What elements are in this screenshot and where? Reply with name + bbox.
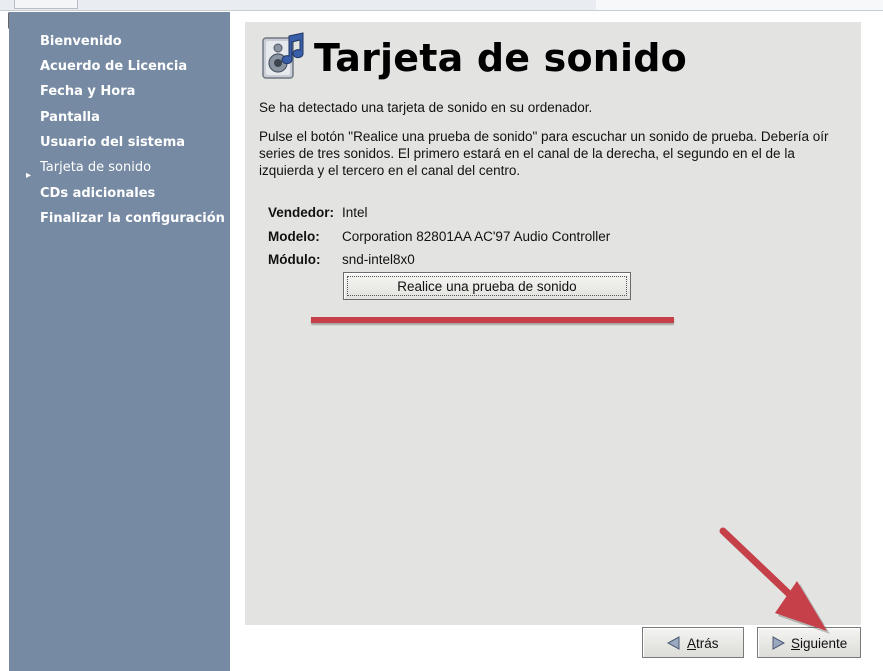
- sidebar-item-bienvenido[interactable]: Bienvenido: [40, 34, 122, 49]
- next-arrow-icon: [772, 636, 785, 650]
- instructions-text: Pulse el botón "Realice una prueba de so…: [259, 129, 829, 178]
- next-rest: iguiente: [800, 636, 848, 651]
- window-tab: [14, 0, 78, 9]
- sidebar-item-cds-adicionales[interactable]: CDs adicionales: [40, 186, 155, 201]
- sound-test-button[interactable]: Realice una prueba de sonido: [343, 272, 631, 300]
- back-button[interactable]: Atrás: [642, 627, 744, 658]
- module-value: snd-intel8x0: [342, 252, 415, 267]
- vendor-value: Intel: [342, 205, 368, 220]
- next-mnemonic: S: [791, 636, 801, 651]
- detected-text: Se ha detectado una tarjeta de sonido en…: [259, 100, 593, 115]
- sound-card-icon: [262, 32, 304, 79]
- window-top-strip: [0, 0, 883, 11]
- page-title: Tarjeta de sonido: [314, 36, 687, 80]
- back-rest: trás: [696, 636, 719, 651]
- vendor-label: Vendedor:: [268, 205, 335, 220]
- module-label: Módulo:: [268, 252, 321, 267]
- setup-steps-sidebar: Bienvenido Acuerdo de Licencia Fecha y H…: [9, 12, 230, 671]
- main-content-panel: Tarjeta de sonido Se ha detectado una ta…: [245, 22, 861, 625]
- annotation-underline: [311, 317, 674, 323]
- model-label: Modelo:: [268, 229, 320, 244]
- top-strip-fade: [596, 0, 883, 10]
- back-mnemonic: A: [687, 636, 697, 651]
- sidebar-item-finalizar-la-configuracion[interactable]: Finalizar la configuración: [40, 211, 225, 226]
- model-value: Corporation 82801AA AC'97 Audio Controll…: [342, 229, 611, 244]
- sidebar-item-fecha-y-hora[interactable]: Fecha y Hora: [40, 84, 135, 99]
- next-button[interactable]: Siguiente: [757, 627, 861, 658]
- sound-test-button-label: Realice una prueba de sonido: [397, 279, 577, 294]
- sidebar-item-usuario-del-sistema[interactable]: Usuario del sistema: [40, 135, 185, 150]
- sidebar-item-pantalla[interactable]: Pantalla: [40, 110, 100, 125]
- sidebar-item-tarjeta-de-sonido[interactable]: Tarjeta de sonido: [40, 160, 151, 175]
- back-arrow-icon: [667, 636, 680, 650]
- back-button-label: Atrás: [687, 636, 719, 651]
- next-button-label: Siguiente: [791, 636, 847, 651]
- sidebar-item-acuerdo-de-licencia[interactable]: Acuerdo de Licencia: [40, 59, 187, 74]
- current-step-arrow-icon: ▸: [26, 170, 32, 181]
